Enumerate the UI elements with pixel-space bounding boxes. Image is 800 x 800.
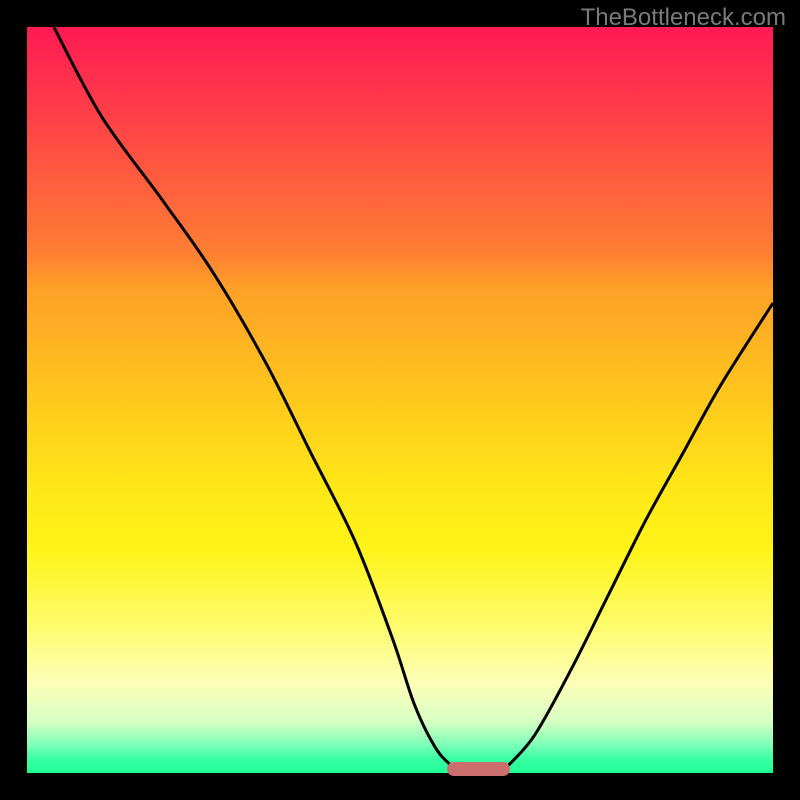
curve-layer bbox=[27, 27, 773, 773]
left-curve bbox=[54, 27, 456, 769]
plot-area bbox=[27, 27, 773, 773]
optimal-marker bbox=[447, 762, 510, 776]
bottleneck-chart: TheBottleneck.com bbox=[0, 0, 800, 800]
right-curve bbox=[504, 303, 773, 769]
watermark-text: TheBottleneck.com bbox=[581, 4, 786, 32]
